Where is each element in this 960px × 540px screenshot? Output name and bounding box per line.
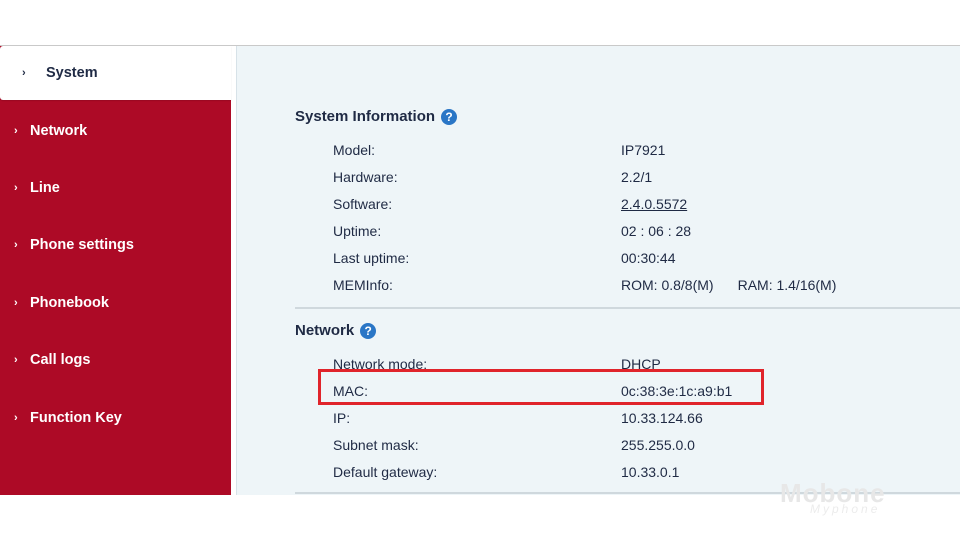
row-value: 2.2/1 [621,169,653,185]
info-row-software: Software: 2.4.0.5572 [333,193,893,215]
network-heading: Network ? [295,322,377,339]
row-value-wrap: 2.4.0.5572 [621,196,687,212]
info-row-last-uptime: Last uptime: 00:30:44 [333,247,893,269]
chevron-right-icon: › [14,182,18,194]
sidebar-item-line[interactable]: › Line [0,174,231,202]
row-label: Hardware: [333,169,398,185]
row-value: 10.33.0.1 [621,464,680,480]
sidebar-item-phonebook[interactable]: › Phonebook [0,289,231,317]
row-value: 02 : 06 : 28 [621,223,692,239]
row-label: MEMInfo: [333,277,393,293]
software-version-link[interactable]: 2.4.0.5572 [621,196,687,212]
row-label: IP: [333,410,351,426]
help-icon[interactable]: ? [441,108,458,125]
chevron-right-icon: › [14,297,18,309]
watermark-sub: Myphone [810,502,881,516]
sidebar-item-label: Phonebook [30,295,109,311]
sidebar-item-label: System [46,65,98,81]
chevron-right-icon: › [14,412,18,424]
row-label: Default gateway: [333,464,438,480]
section-title: System Information [295,108,436,125]
sidebar-nav: › System › Network › Line › Phone settin… [0,46,231,495]
info-row-subnet-mask: Subnet mask: 255.255.0.0 [333,434,893,456]
brand-watermark: Mobone Myphone [780,478,950,523]
main-panel: System Information ? Model: IP7921 Hardw… [236,46,960,495]
sidebar-item-network[interactable]: › Network [0,117,231,145]
chevron-right-icon: › [22,67,26,79]
row-value: 10.33.124.66 [621,410,703,426]
row-value: 255.255.0.0 [621,437,695,453]
system-information-heading: System Information ? [295,108,458,125]
chevron-right-icon: › [14,239,18,251]
mac-highlight-box [318,369,764,405]
section-divider [295,307,960,309]
row-value: 00:30:44 [621,250,676,266]
row-label: Software: [333,196,393,212]
ram-value: RAM: 1.4/16(M) [737,277,837,293]
row-label: Subnet mask: [333,437,419,453]
info-row-hardware: Hardware: 2.2/1 [333,166,893,188]
sidebar-item-label: Function Key [30,410,122,426]
info-row-model: Model: IP7921 [333,139,893,161]
chevron-right-icon: › [14,125,18,137]
info-row-uptime: Uptime: 02 : 06 : 28 [333,220,893,242]
sidebar-item-label: Line [30,180,60,196]
sidebar-item-label: Network [30,123,88,139]
sidebar-item-function-key[interactable]: › Function Key [0,404,231,432]
row-label: Uptime: [333,223,382,239]
rom-value: ROM: 0.8/8(M) [621,277,714,293]
sidebar-item-label: Call logs [30,352,91,368]
sidebar-item-call-logs[interactable]: › Call logs [0,346,231,374]
row-label: Last uptime: [333,250,410,266]
section-title: Network [295,322,355,339]
row-value-wrap: ROM: 0.8/8(M) RAM: 1.4/16(M) [621,277,836,293]
info-row-meminfo: MEMInfo: ROM: 0.8/8(M) RAM: 1.4/16(M) [333,274,893,296]
row-label: Model: [333,142,376,158]
help-icon[interactable]: ? [360,322,377,339]
chevron-right-icon: › [14,354,18,366]
sidebar-item-phone-settings[interactable]: › Phone settings [0,231,231,259]
sidebar-item-label: Phone settings [30,237,134,253]
sidebar-item-system[interactable]: › System [0,46,231,100]
row-value: IP7921 [621,142,666,158]
info-row-ip: IP: 10.33.124.66 [333,407,893,429]
